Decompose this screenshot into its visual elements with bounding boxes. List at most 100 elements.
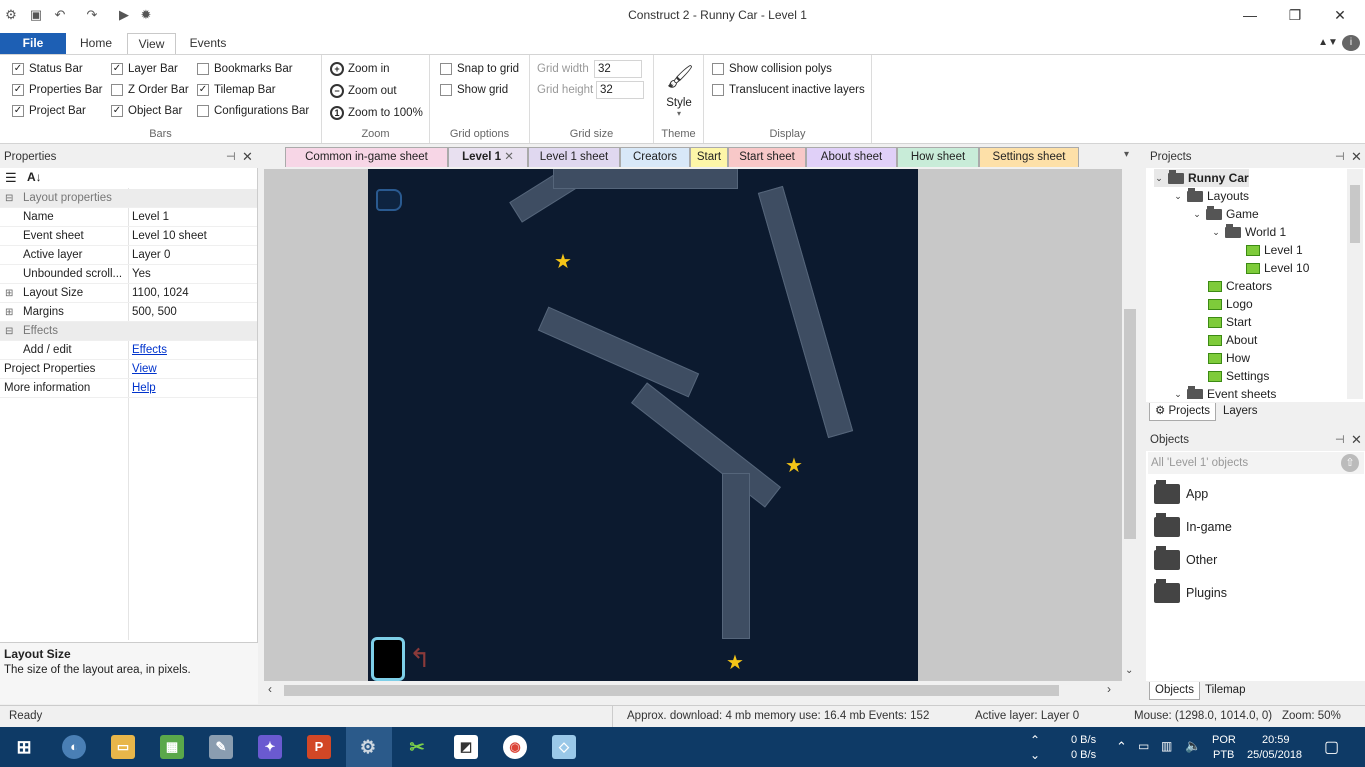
- property-value[interactable]: Level 10 sheet: [132, 227, 207, 246]
- zoom-in-button[interactable]: + Zoom in: [330, 62, 390, 76]
- doc-tab[interactable]: About sheet: [806, 147, 897, 167]
- bars-checkbox-item[interactable]: ✓ Tilemap Bar: [197, 84, 276, 96]
- clock-time[interactable]: 20:59: [1262, 734, 1290, 746]
- app-gear-icon[interactable]: ⚙: [3, 7, 19, 23]
- property-value[interactable]: 1100, 1024: [132, 284, 189, 303]
- star-icon[interactable]: ★: [554, 252, 572, 272]
- scroll-right-icon[interactable]: ›: [1107, 682, 1111, 696]
- track-plank[interactable]: [722, 473, 750, 639]
- translucent-layers-checkbox[interactable]: Translucent inactive layers: [712, 84, 865, 96]
- scroll-down-icon[interactable]: ⌄: [1125, 665, 1133, 676]
- object-folder[interactable]: App: [1154, 480, 1208, 504]
- tree-expand-icon[interactable]: ⌄: [1192, 205, 1202, 223]
- tree-expand-icon[interactable]: ⌄: [1211, 223, 1221, 241]
- tree-item[interactable]: ⌄ Runny Car: [1154, 169, 1249, 187]
- file-explorer-icon[interactable]: ▭: [111, 735, 135, 759]
- property-link[interactable]: Help: [132, 379, 156, 398]
- collision-polys-checkbox[interactable]: Show collision polys: [712, 63, 832, 75]
- property-link[interactable]: View: [132, 360, 157, 379]
- star-icon[interactable]: ★: [785, 456, 803, 476]
- tree-expand-icon[interactable]: ⌄: [1173, 385, 1183, 399]
- tree-item[interactable]: ⌄ Game: [1192, 205, 1259, 223]
- close-icon[interactable]: ✕: [1330, 5, 1350, 25]
- pin-icon[interactable]: ⊣: [1335, 429, 1345, 451]
- tree-expand-icon[interactable]: ⌄: [1154, 169, 1164, 187]
- redo-icon[interactable]: ↷: [84, 7, 100, 23]
- tool-icon[interactable]: ✦: [258, 735, 282, 759]
- tab-file[interactable]: File: [0, 33, 66, 54]
- collapse-icon[interactable]: ⊟: [5, 189, 13, 208]
- pin-icon[interactable]: ⊣: [226, 146, 236, 168]
- bars-checkbox-item[interactable]: Bookmarks Bar: [197, 63, 293, 75]
- property-row[interactable]: More information Help: [0, 379, 257, 398]
- volume-icon[interactable]: 🔈: [1185, 738, 1201, 754]
- tree-item[interactable]: ⌄ Event sheets: [1173, 385, 1276, 399]
- paintbrush-icon[interactable]: 🖌: [666, 63, 694, 91]
- paint-icon[interactable]: ✎: [209, 735, 233, 759]
- tab-projects[interactable]: ⚙ Projects: [1149, 403, 1217, 421]
- categorized-view-icon[interactable]: ☰: [5, 170, 17, 186]
- property-row[interactable]: ⊞ Layout Size 1100, 1024: [0, 284, 257, 303]
- property-row[interactable]: Active layer Layer 0: [0, 246, 257, 265]
- grid-width-input[interactable]: 32: [594, 60, 642, 78]
- tree-item[interactable]: Logo: [1208, 295, 1253, 313]
- bars-checkbox-item[interactable]: Z Order Bar: [111, 84, 189, 96]
- tab-layers[interactable]: Layers: [1218, 403, 1263, 421]
- zoom-out-button[interactable]: − Zoom out: [330, 84, 397, 98]
- doc-tab[interactable]: Start: [690, 147, 728, 167]
- tree-item[interactable]: Settings: [1208, 367, 1269, 385]
- objects-filter[interactable]: All 'Level 1' objects: [1148, 452, 1364, 474]
- car-sprite[interactable]: [376, 189, 402, 211]
- close-panel-icon[interactable]: ✕: [242, 146, 253, 168]
- tree-expand-icon[interactable]: ⌄: [1173, 187, 1183, 205]
- track-plank[interactable]: [631, 382, 781, 508]
- style-dropdown-icon[interactable]: ▾: [654, 109, 704, 118]
- arrow-sign-icon[interactable]: ↰: [409, 643, 435, 679]
- info-icon[interactable]: i: [1342, 35, 1360, 51]
- property-row[interactable]: Add / edit Effects: [0, 341, 257, 360]
- vertical-scroll-thumb[interactable]: [1124, 309, 1136, 539]
- layout-canvas[interactable]: ★ ★ ★ ↰: [368, 169, 918, 681]
- object-folder[interactable]: In-game: [1154, 513, 1232, 537]
- debug-icon[interactable]: ✹: [138, 7, 154, 23]
- property-link[interactable]: Effects: [132, 341, 167, 360]
- tree-item[interactable]: Creators: [1208, 277, 1272, 295]
- tree-scroll-thumb[interactable]: [1350, 185, 1360, 243]
- network-icon[interactable]: ▥: [1161, 739, 1172, 753]
- object-folder[interactable]: Other: [1154, 546, 1217, 570]
- property-value[interactable]: Yes: [132, 265, 151, 284]
- property-value[interactable]: Level 1: [132, 208, 169, 227]
- tree-item[interactable]: Level 10: [1246, 259, 1309, 277]
- property-row[interactable]: ⊞ Margins 500, 500: [0, 303, 257, 322]
- property-value[interactable]: 500, 500: [132, 303, 177, 322]
- track-plank[interactable]: [537, 306, 700, 398]
- tree-scrollbar[interactable]: [1347, 169, 1363, 399]
- close-panel-icon[interactable]: ✕: [1351, 146, 1362, 168]
- notifications-icon[interactable]: ▢: [1324, 737, 1339, 757]
- doc-tab[interactable]: Settings sheet: [979, 147, 1079, 167]
- bars-checkbox-item[interactable]: ✓ Status Bar: [12, 63, 83, 75]
- undo-icon[interactable]: ↶: [52, 7, 68, 23]
- windows-start-icon[interactable]: ⊞: [12, 735, 36, 759]
- tab-tilemap[interactable]: Tilemap: [1200, 682, 1250, 700]
- doc-tab[interactable]: Creators: [620, 147, 690, 167]
- snap-to-grid-checkbox[interactable]: Snap to grid: [440, 63, 519, 75]
- property-row[interactable]: Unbounded scroll... Yes: [0, 265, 257, 284]
- lang-secondary[interactable]: PTB: [1213, 749, 1234, 761]
- tab-list-dropdown-icon[interactable]: ▾: [1124, 149, 1129, 160]
- zoom-100-button[interactable]: 1 Zoom to 100%: [330, 106, 423, 120]
- track-plank[interactable]: [757, 185, 854, 439]
- construct-icon[interactable]: ⚙: [356, 735, 380, 759]
- sort-az-icon[interactable]: A↓: [27, 170, 42, 184]
- scroll-left-icon[interactable]: ‹: [268, 682, 272, 696]
- up-arrow-icon[interactable]: ⇧: [1341, 454, 1359, 472]
- collapse-icon[interactable]: ⊟: [5, 322, 13, 341]
- property-row[interactable]: Event sheet Level 10 sheet: [0, 227, 257, 246]
- tree-item[interactable]: Level 1: [1246, 241, 1303, 259]
- horizontal-scrollbar[interactable]: ‹ ›: [264, 682, 1122, 698]
- grid-height-input[interactable]: 32: [596, 81, 644, 99]
- lang-primary[interactable]: POR: [1212, 734, 1236, 746]
- expand-icon[interactable]: ⊞: [5, 284, 13, 303]
- close-panel-icon[interactable]: ✕: [1351, 429, 1362, 451]
- property-category[interactable]: ⊟ Effects: [0, 322, 257, 341]
